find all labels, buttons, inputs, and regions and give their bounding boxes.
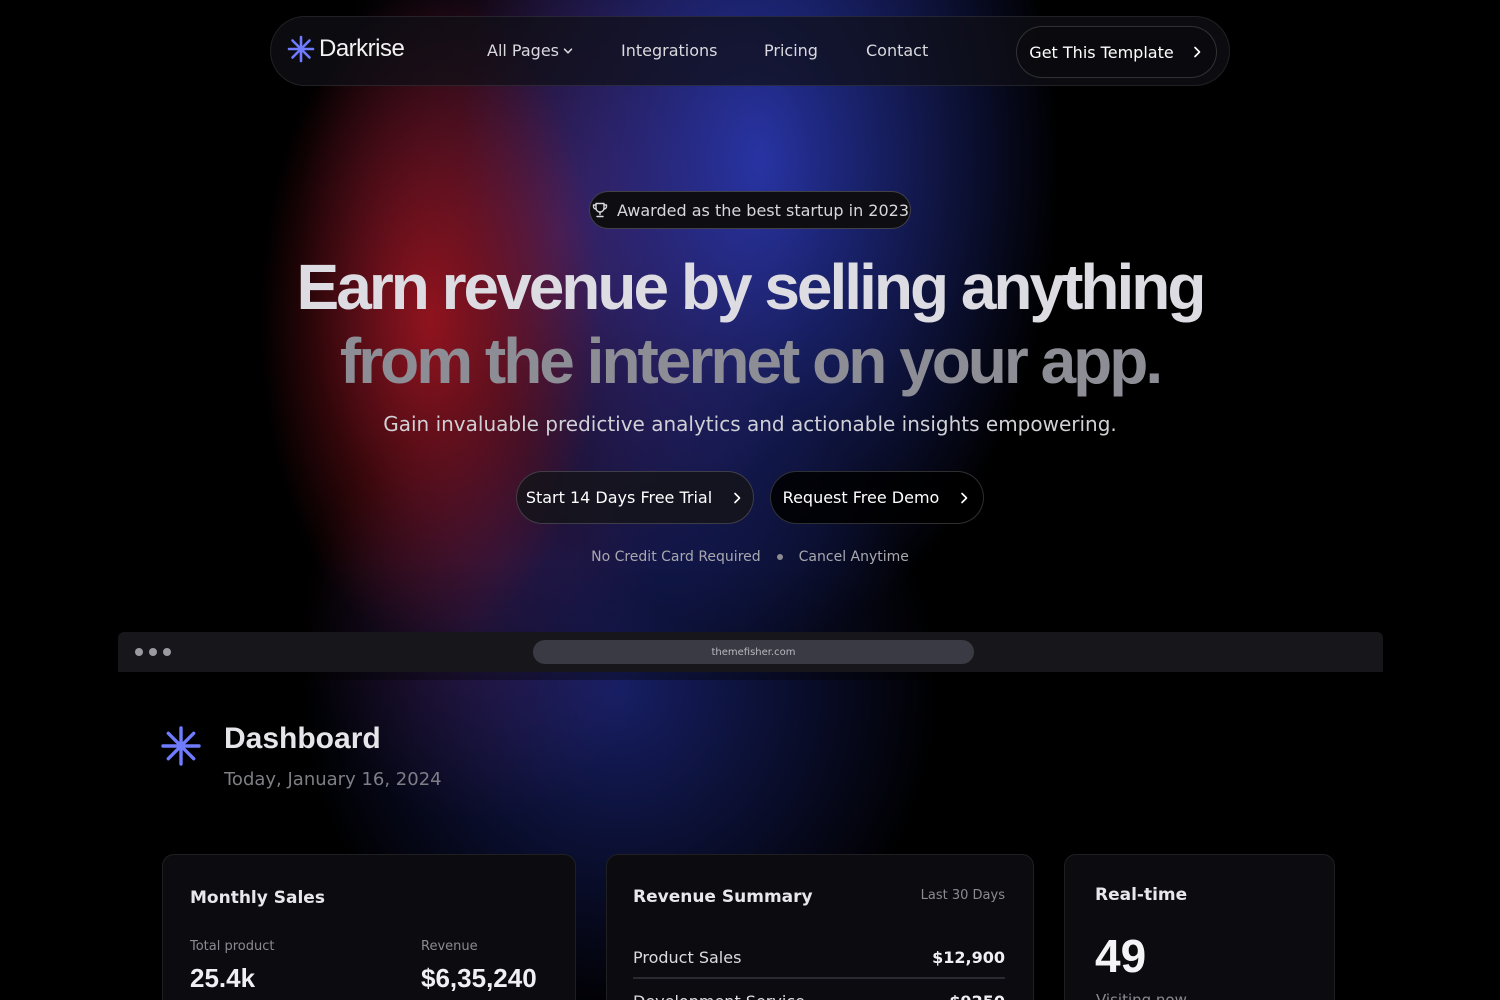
chevron-right-icon <box>734 492 741 503</box>
nav-link-pricing[interactable]: Pricing <box>764 41 818 60</box>
browser-url: themefisher.com <box>711 646 796 658</box>
window-dot <box>135 648 143 656</box>
monthly-sales-card: Monthly Sales Total product 25.4k Revenu… <box>162 854 576 1000</box>
get-template-button[interactable]: Get This Template <box>1016 26 1217 78</box>
nav-link-label: All Pages <box>487 41 559 60</box>
revenue-value: $6,35,240 <box>421 963 537 993</box>
realtime-caption: Visiting now <box>1096 991 1187 1000</box>
dashboard-title: Dashboard <box>224 722 381 755</box>
summary-row-value: $9250 <box>949 992 1005 1000</box>
window-dot <box>163 648 171 656</box>
summary-row-label: Product Sales <box>633 948 742 967</box>
dashboard-date: Today, January 16, 2024 <box>224 769 442 790</box>
award-badge: Awarded as the best startup in 2023 <box>589 191 911 229</box>
summary-row-value: $12,900 <box>932 948 1005 967</box>
nav-link-label: Contact <box>866 41 929 60</box>
nav-link-all-pages[interactable]: All Pages <box>487 41 573 60</box>
no-credit-card-note: No Credit Card Required <box>591 549 761 565</box>
cancel-anytime-note: Cancel Anytime <box>798 549 909 565</box>
request-demo-label: Request Free Demo <box>782 488 940 507</box>
asterisk-icon <box>161 726 201 766</box>
separator-dot <box>776 554 783 560</box>
nav-link-contact[interactable]: Contact <box>866 41 928 60</box>
row-divider <box>633 977 1005 979</box>
request-demo-button[interactable]: Request Free Demo <box>770 471 984 524</box>
chevron-right-icon <box>961 492 968 503</box>
hero-subheading: Gain invaluable predictive analytics and… <box>383 412 1117 436</box>
start-trial-button[interactable]: Start 14 Days Free Trial <box>516 471 754 524</box>
asterisk-logo-icon <box>287 35 315 63</box>
card-title: Revenue Summary <box>633 887 813 907</box>
total-product-value: 25.4k <box>190 963 256 993</box>
browser-url-bar: themefisher.com <box>533 640 974 664</box>
chevron-down-icon <box>563 47 573 54</box>
realtime-value: 49 <box>1095 930 1147 982</box>
award-text: Awarded as the best startup in 2023 <box>616 200 910 220</box>
nav-link-integrations[interactable]: Integrations <box>621 41 718 60</box>
period-label[interactable]: Last 30 Days <box>921 888 1005 903</box>
window-dot <box>149 648 157 656</box>
logo-text: Darkrise <box>319 35 405 62</box>
chevron-right-icon <box>1193 46 1200 58</box>
summary-row-label: Development Service <box>633 992 805 1000</box>
nav-link-label: Pricing <box>764 41 818 60</box>
trophy-icon <box>592 202 608 218</box>
window-dots <box>135 648 171 656</box>
hero-headline-line2: from the internet on your app. <box>339 325 1163 397</box>
revenue-summary-card: Revenue Summary Last 30 Days Product Sal… <box>606 854 1034 1000</box>
browser-mockup-bar: themefisher.com <box>118 632 1383 672</box>
hero-notes: No Credit Card Required Cancel Anytime <box>0 549 1500 565</box>
revenue-label: Revenue <box>421 939 478 954</box>
realtime-card: Real-time 49 Visiting now <box>1064 854 1335 1000</box>
nav-link-label: Integrations <box>621 41 718 60</box>
card-title: Real-time <box>1095 885 1188 905</box>
get-template-label: Get This Template <box>1029 42 1174 62</box>
total-product-label: Total product <box>190 939 275 954</box>
start-trial-label: Start 14 Days Free Trial <box>525 488 713 507</box>
card-title: Monthly Sales <box>190 888 325 908</box>
top-navbar: Darkrise All Pages Integrations Pricing … <box>270 16 1230 86</box>
hero-headline-line1: Earn revenue by selling anything <box>296 251 1207 323</box>
logo[interactable]: Darkrise <box>287 35 405 63</box>
